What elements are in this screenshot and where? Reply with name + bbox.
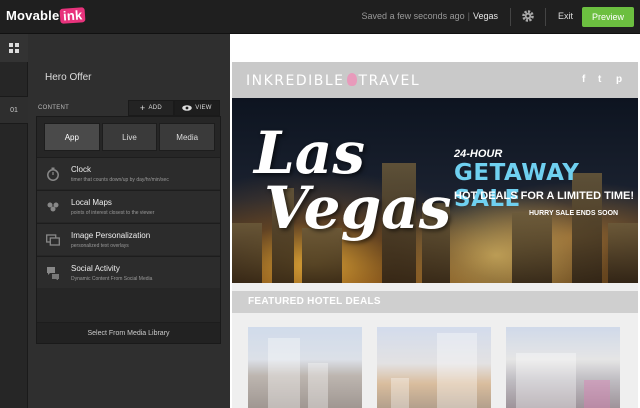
hero-hot-deals: HOT DEALS FOR A LIMITED TIME! <box>454 190 635 202</box>
add-label: ADD <box>148 105 163 111</box>
content-panel: Hero Offer CONTENT + ADD VIEW App Live M… <box>28 34 230 408</box>
email-header: INKREDIBLE TRAVEL f t p <box>232 62 638 98</box>
facebook-icon[interactable]: f <box>582 74 585 85</box>
app-item-desc: timer that counts down/up by day/hr/min/… <box>71 177 169 183</box>
plus-icon: + <box>139 103 146 113</box>
hotel-photo[interactable] <box>377 327 491 408</box>
balloon-icon <box>346 73 357 86</box>
map-pins-icon <box>47 202 59 212</box>
eye-icon <box>182 105 193 111</box>
app-item-desc: points of interest closest to the viewer <box>71 210 155 216</box>
skyline-building <box>512 213 552 283</box>
app-item-title: Local Maps <box>71 198 112 207</box>
image-personalization-icon <box>46 234 60 246</box>
photo-overlay <box>377 327 491 408</box>
grid-icon <box>9 43 19 53</box>
panel-title: Hero Offer <box>45 72 92 83</box>
app-item-clock[interactable]: Clock timer that counts down/up by day/h… <box>37 157 220 189</box>
save-status-text: Saved a few seconds ago <box>361 11 465 21</box>
brand-left: INKREDIBLE <box>246 73 345 89</box>
featured-header: FEATURED HOTEL DEALS <box>232 291 638 313</box>
app-item-local-maps[interactable]: Local Maps points of interest closest to… <box>37 190 220 222</box>
app-list-box: App Live Media Clock timer that counts d… <box>36 116 221 344</box>
app-item-image-personalization[interactable]: Image Personalization personalized text … <box>37 223 220 255</box>
view-button[interactable]: VIEW <box>174 100 220 116</box>
grid-view-button[interactable] <box>0 34 28 62</box>
hero-24-hour: 24-HOUR <box>454 148 503 160</box>
email-canvas: INKREDIBLE TRAVEL f t p Las Vegas 24-HOUR… <box>230 34 640 408</box>
photo-overlay <box>248 327 362 408</box>
status-separator: | <box>467 11 470 21</box>
app-item-title: Clock <box>71 165 92 174</box>
clock-icon <box>47 167 59 181</box>
twitter-icon[interactable]: t <box>598 74 601 85</box>
content-tabs: App Live Media <box>44 123 216 151</box>
email-preview: INKREDIBLE TRAVEL f t p Las Vegas 24-HOUR… <box>232 62 638 408</box>
tab-media[interactable]: Media <box>159 123 216 151</box>
preview-button[interactable]: Preview <box>582 7 634 27</box>
hero-script-line2: Vegas <box>264 174 452 243</box>
left-rail: 01 <box>0 34 28 408</box>
divider <box>510 8 511 26</box>
app-item-desc: Dynamic Content From Social Media <box>71 276 153 282</box>
hero-getaway-sale: GETAWAY SALE <box>454 160 580 212</box>
divider <box>545 8 546 26</box>
project-name[interactable]: Vegas <box>473 11 498 21</box>
hero-hurry: HURRY SALE ENDS SOON <box>529 210 619 217</box>
tab-live[interactable]: Live <box>101 123 158 151</box>
hotel-photo[interactable] <box>506 327 620 408</box>
app-logo[interactable]: Movable ink <box>6 7 87 24</box>
brand-right: TRAVEL <box>358 73 421 89</box>
save-status: Saved a few seconds ago | Vegas <box>362 11 498 21</box>
pinterest-icon[interactable]: p <box>616 74 622 85</box>
tab-app[interactable]: App <box>44 123 100 151</box>
media-library-button[interactable]: Select From Media Library <box>37 322 220 343</box>
exit-button[interactable]: Exit <box>558 11 573 21</box>
brand-logo: INKREDIBLE TRAVEL <box>246 73 420 89</box>
app-item-desc: personalized text overlays <box>71 243 129 249</box>
logo-accent: ink <box>59 7 87 24</box>
featured-label: FEATURED HOTEL DEALS <box>248 296 381 307</box>
content-label: CONTENT <box>38 105 70 111</box>
top-bar: Movable ink Saved a few seconds ago | Vegas… <box>0 0 640 34</box>
skyline-building <box>608 223 638 283</box>
view-label: VIEW <box>195 105 212 111</box>
add-button[interactable]: + ADD <box>128 100 174 116</box>
hero-script-title: Las Vegas <box>254 124 452 243</box>
app-item-social-activity[interactable]: Social Activity Dynamic Content From Soc… <box>37 256 220 288</box>
logo-text: Movable <box>6 8 60 23</box>
hotel-photo[interactable] <box>248 327 362 408</box>
app-item-title: Social Activity <box>71 264 120 273</box>
hero-image[interactable]: Las Vegas 24-HOUR GETAWAY SALE HOT DEALS… <box>232 98 638 283</box>
app-item-title: Image Personalization <box>71 231 151 240</box>
photo-overlay <box>506 327 620 408</box>
gear-icon[interactable] <box>520 8 536 24</box>
slot-01[interactable]: 01 <box>0 96 28 124</box>
chat-bubbles-icon <box>47 267 59 280</box>
